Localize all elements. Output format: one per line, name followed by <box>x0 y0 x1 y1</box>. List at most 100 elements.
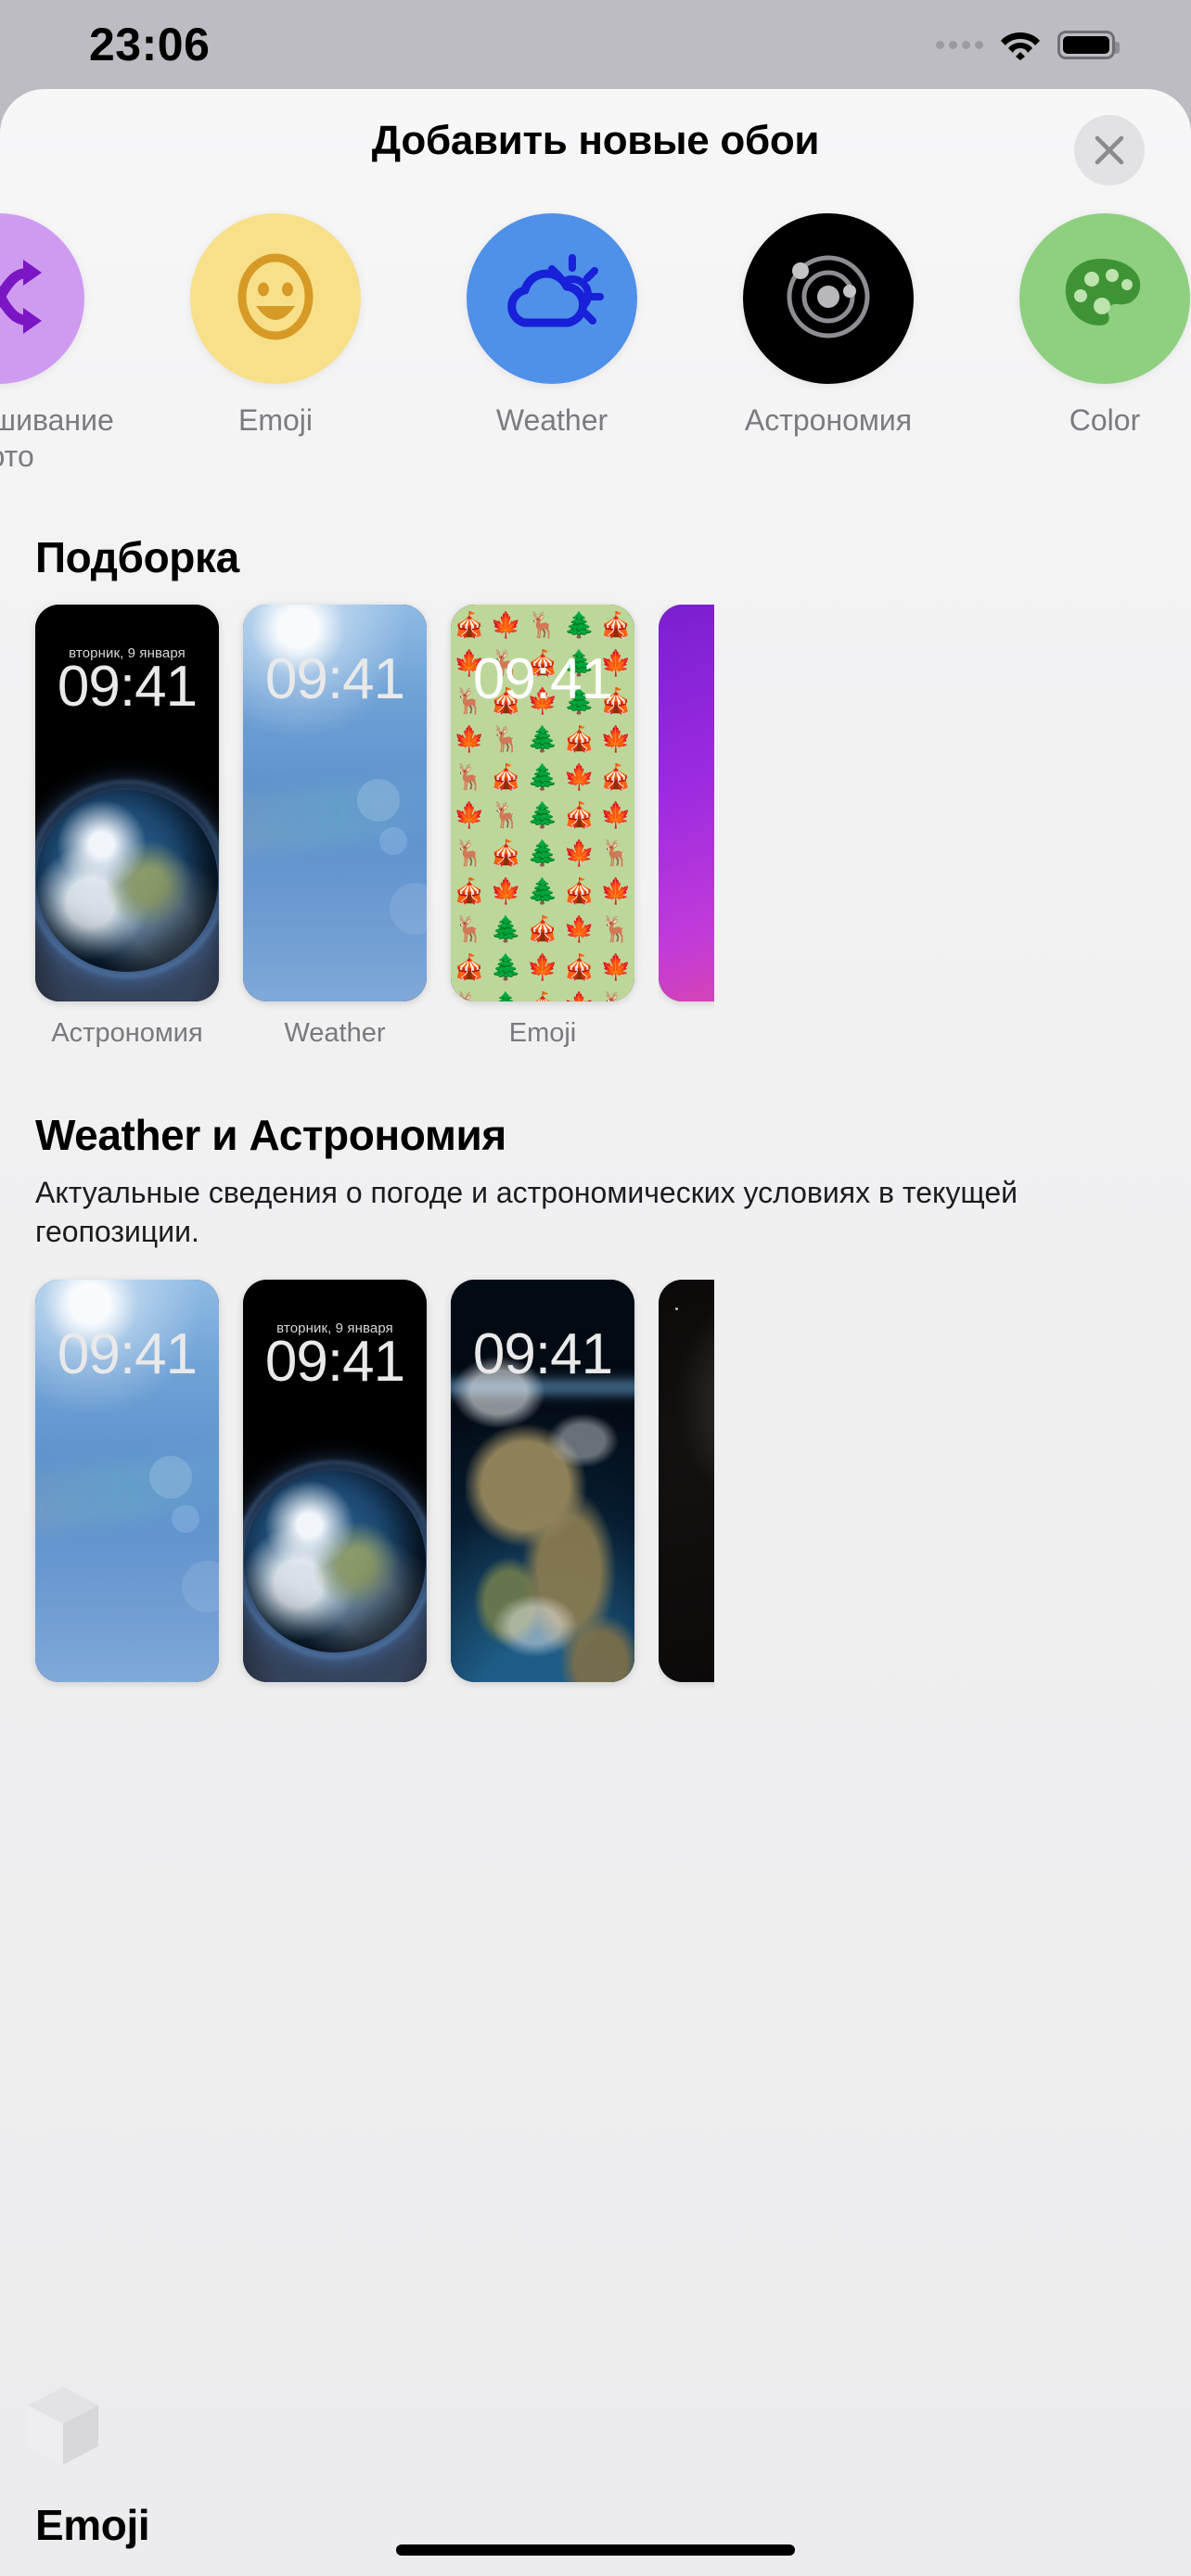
category-circle <box>743 213 914 384</box>
category-circle <box>467 213 637 384</box>
wallpaper-preview[interactable]: 09:41 <box>35 1279 219 1682</box>
wallpaper-card-weather[interactable]: 09:41 Weather <box>243 605 427 1049</box>
wallpaper-row-featured[interactable]: вторник, 9 января 09:41 Астрономия 09:41… <box>35 605 1156 1049</box>
emoji-glyph: 🍁 <box>563 915 596 944</box>
emoji-glyph: 🎪 <box>453 877 485 906</box>
wallpaper-preview[interactable]: 09:41 <box>243 605 427 1002</box>
section-featured: Подборка вторник, 9 января 09:41 Астроно… <box>0 532 1191 1049</box>
emoji-glyph: 🍁 <box>490 877 522 906</box>
category-item-shuffle[interactable]: Перемешивание фото <box>0 213 137 475</box>
shuffle-icon <box>0 252 47 346</box>
emoji-glyph: 🍁 <box>563 839 596 868</box>
preview-time: 09:41 <box>57 655 198 720</box>
section-title: Emoji <box>35 2501 150 2549</box>
emoji-glyph: 🎪 <box>490 763 522 792</box>
emoji-glyph: 🦌 <box>597 987 634 1001</box>
home-indicator[interactable] <box>396 2544 795 2556</box>
wallpaper-card-astronomy[interactable]: вторник, 9 января 09:41 Астрономия <box>35 605 219 1049</box>
emoji-glyph: 🌲 <box>527 763 558 792</box>
emoji-glyph: 🎪 <box>490 839 522 868</box>
wallpaper-card-emoji[interactable]: 🎪 🍁 🦌 🌲 🎪 🍁 🦌 🎪 🌲 🍁 🦌 🎪 🍁 🌲 🎪 🍁 🦌 🌲 🎪 🍁 🦌 🎪 🌲 🍁 🎪 🍁 🦌 🌲 🎪 🍁 🦌 🎪 🌲 🍁 🦌 🎪 🍁 🌲 🎪 🍁… <box>451 605 634 1049</box>
emoji-glyph: 🎪 <box>453 953 485 982</box>
emoji-glyph: 🎪 <box>453 611 485 640</box>
emoji-glyph: 🍁 <box>600 877 632 906</box>
emoji-glyph: 🦌 <box>600 839 632 868</box>
wallpaper-card-partial-2[interactable] <box>659 1279 714 1699</box>
category-label: Emoji <box>237 403 313 437</box>
wallpaper-row-weather-astronomy[interactable]: 09:41 вторник, 9 января 09:41 09:41 <box>35 1279 1156 1699</box>
solar-system-icon <box>778 247 878 351</box>
wallpaper-preview[interactable]: вторник, 9 января 09:41 <box>243 1279 427 1682</box>
night-sky-wallpaper-art <box>659 1279 714 1682</box>
emoji-glyph: 🍁 <box>563 763 596 792</box>
status-bar-indicators <box>936 29 1120 60</box>
wallpaper-preview[interactable]: 09:41 <box>451 1279 634 1682</box>
emoji-glyph: 🌲 <box>563 611 596 640</box>
emoji-glyph: 🌲 <box>490 915 522 944</box>
wallpaper-card-astronomy-2[interactable]: вторник, 9 января 09:41 <box>243 1279 427 1699</box>
emoji-glyph: 🍁 <box>600 801 632 830</box>
wifi-icon <box>1000 29 1041 60</box>
wallpaper-preview[interactable]: вторник, 9 января 09:41 <box>35 605 219 1002</box>
emoji-glyph: 🎪 <box>600 611 632 640</box>
category-item-color[interactable]: Color <box>967 213 1191 439</box>
section-description: Актуальные сведения о погоде и астрономи… <box>35 1176 1018 1249</box>
emoji-glyph: 🌲 <box>527 725 558 754</box>
emoji-glyph: 🌲 <box>527 839 558 868</box>
category-circle <box>1019 213 1190 384</box>
emoji-glyph: 🎪 <box>563 877 596 906</box>
emoji-glyph: 🦌 <box>453 839 485 868</box>
emoji-glyph: 🎪 <box>600 763 632 792</box>
emoji-glyph: 🍁 <box>490 611 522 640</box>
preview-time: 09:41 <box>472 1321 613 1386</box>
page-title: Добавить новые обои <box>371 118 820 163</box>
emoji-glyph: 🎪 <box>524 987 561 1001</box>
sheet-header: Добавить новые обои <box>0 89 1191 193</box>
status-bar: 23:06 <box>0 0 1191 89</box>
cellular-dots-icon <box>936 40 983 49</box>
category-item-emoji[interactable]: Emoji <box>137 213 414 439</box>
section-title: Weather и Астрономия <box>35 1111 506 1160</box>
wallpaper-card-weather-2[interactable]: 09:41 <box>35 1279 219 1699</box>
emoji-glyph: 🦌 <box>490 801 522 830</box>
emoji-glyph: 🍁 <box>453 725 485 754</box>
wallpaper-preview[interactable]: 🎪 🍁 🦌 🌲 🎪 🍁 🦌 🎪 🌲 🍁 🦌 🎪 🍁 🌲 🎪 🍁 🦌 🌲 🎪 🍁 🦌 🎪 🌲 🍁 🎪 🍁 🦌 🌲 🎪 🍁 🦌 🎪 🌲 🍁 🦌 🎪 🍁 🌲 🎪 🍁… <box>451 605 634 1002</box>
emoji-glyph: 🦌 <box>490 725 522 754</box>
emoji-glyph: 🌲 <box>527 877 558 906</box>
preview-time: 09:41 <box>57 1321 198 1386</box>
emoji-glyph: 🦌 <box>600 915 632 944</box>
category-circle <box>190 213 361 384</box>
wallpaper-preview[interactable] <box>659 1279 714 1682</box>
section-weather-astronomy: Weather и Астрономия Актуальные сведения… <box>0 1110 1191 1698</box>
category-item-astronomy[interactable]: Астрономия <box>690 213 967 439</box>
category-label: Color <box>1069 403 1141 437</box>
color-wallpaper-art <box>659 605 714 1002</box>
emoji-glyph: 🎪 <box>563 953 596 982</box>
smiley-icon <box>227 249 324 350</box>
emoji-glyph: 🍁 <box>453 801 485 830</box>
close-icon <box>1094 134 1125 166</box>
wallpaper-card-partial[interactable] <box>659 605 714 1049</box>
emoji-glyph: 🍁 <box>527 953 558 982</box>
paint-palette-icon <box>1058 255 1151 343</box>
emoji-glyph: 🎪 <box>527 915 558 944</box>
preview-time: 09:41 <box>472 647 613 712</box>
close-button[interactable] <box>1074 115 1145 185</box>
wallpaper-caption: Emoji <box>508 1018 577 1049</box>
emoji-glyph: 🎪 <box>563 801 596 830</box>
wallpaper-preview[interactable] <box>659 605 714 1002</box>
wallpaper-card-earth-closeup[interactable]: 09:41 <box>451 1279 634 1699</box>
category-item-weather[interactable]: Weather <box>414 213 690 439</box>
emoji-glyph: 🦌 <box>527 611 558 640</box>
status-bar-time: 23:06 <box>89 19 211 70</box>
battery-icon <box>1057 30 1120 59</box>
category-label: Перемешивание фото <box>0 403 114 474</box>
emoji-glyph: 🎪 <box>563 725 596 754</box>
emoji-glyph: 🌲 <box>490 953 522 982</box>
emoji-glyph: 🦌 <box>453 763 485 792</box>
preview-time: 09:41 <box>264 1329 405 1394</box>
emoji-cube-icon <box>19 2378 108 2474</box>
category-scroller[interactable]: Перемешивание фото Emoji <box>0 213 1191 475</box>
emoji-glyph: 🦌 <box>451 987 488 1001</box>
add-wallpaper-sheet: Добавить новые обои шивание то Emoji Wea… <box>0 89 1191 2576</box>
